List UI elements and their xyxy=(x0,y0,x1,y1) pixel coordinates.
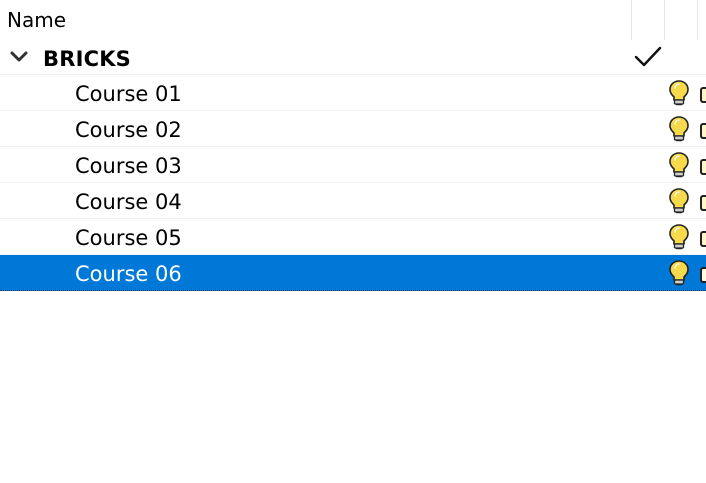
course-list: Course 01 Course 02 Course 03 Course 04 … xyxy=(0,75,706,291)
list-item-06[interactable]: Course 06 xyxy=(0,255,706,291)
column-header: Name xyxy=(0,0,706,40)
status-icon xyxy=(700,231,706,247)
chevron-down-icon[interactable] xyxy=(10,49,28,63)
column-divider[interactable] xyxy=(664,0,665,40)
list-item-label: Course 03 xyxy=(75,154,182,178)
list-item-04[interactable]: Course 04 xyxy=(0,183,706,219)
status-icon xyxy=(700,159,706,175)
list-item-label: Course 01 xyxy=(75,82,182,106)
group-row-bricks[interactable]: BRICKS xyxy=(0,40,706,75)
status-icon xyxy=(700,123,706,139)
list-item-label: Course 05 xyxy=(75,226,182,250)
name-column-header[interactable]: Name xyxy=(7,8,66,32)
status-icon xyxy=(700,267,706,283)
list-item-05[interactable]: Course 05 xyxy=(0,219,706,255)
status-icon xyxy=(700,87,706,103)
group-label: BRICKS xyxy=(43,47,131,71)
list-item-03[interactable]: Course 03 xyxy=(0,147,706,183)
list-item-label: Course 04 xyxy=(75,190,182,214)
lightbulb-icon[interactable] xyxy=(668,223,690,251)
checkmark-icon[interactable] xyxy=(634,45,662,69)
status-icon xyxy=(700,195,706,211)
lightbulb-icon[interactable] xyxy=(668,187,690,215)
column-divider[interactable] xyxy=(697,0,698,40)
lightbulb-icon[interactable] xyxy=(668,151,690,179)
column-divider[interactable] xyxy=(631,0,632,40)
lightbulb-icon[interactable] xyxy=(668,79,690,107)
list-item-label: Course 02 xyxy=(75,118,182,142)
list-item-01[interactable]: Course 01 xyxy=(0,75,706,111)
list-item-02[interactable]: Course 02 xyxy=(0,111,706,147)
lightbulb-icon[interactable] xyxy=(668,259,690,287)
list-item-label: Course 06 xyxy=(75,262,182,286)
lightbulb-icon[interactable] xyxy=(668,115,690,143)
